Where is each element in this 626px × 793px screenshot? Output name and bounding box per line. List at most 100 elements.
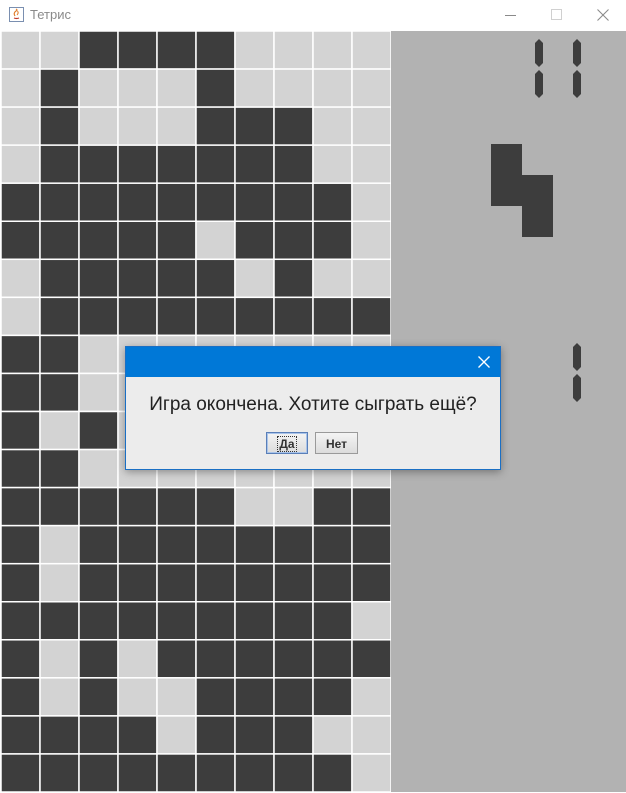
empty-cell <box>117 677 158 717</box>
filled-cell <box>195 486 236 527</box>
filled-cell <box>195 296 236 337</box>
close-window-button[interactable] <box>580 0 626 31</box>
filled-cell <box>39 372 80 413</box>
filled-cell <box>117 258 158 299</box>
filled-cell <box>156 31 197 70</box>
filled-cell <box>351 562 391 603</box>
filled-cell <box>78 639 119 679</box>
filled-cell <box>273 296 314 337</box>
next-piece-cell <box>491 175 522 206</box>
filled-cell <box>78 258 119 299</box>
close-icon <box>478 356 490 368</box>
minimize-button[interactable] <box>488 0 534 31</box>
dialog-message: Игра окончена. Хотите сыграть ещё? <box>149 394 477 415</box>
filled-cell <box>195 639 236 679</box>
score-digit-segment <box>535 70 543 98</box>
empty-cell <box>234 68 275 108</box>
filled-cell <box>117 182 158 222</box>
score-digit-segment <box>573 39 581 67</box>
filled-cell <box>39 106 80 146</box>
filled-cell <box>1 334 41 375</box>
empty-cell <box>351 182 391 222</box>
filled-cell <box>234 715 275 755</box>
empty-cell <box>273 31 314 70</box>
empty-cell <box>351 753 391 792</box>
next-piece-cell <box>522 206 553 237</box>
filled-cell <box>78 144 119 184</box>
filled-cell <box>273 258 314 299</box>
empty-cell <box>351 258 391 299</box>
empty-cell <box>273 486 314 527</box>
filled-cell <box>273 182 314 222</box>
filled-cell <box>78 562 119 603</box>
empty-cell <box>39 639 80 679</box>
filled-cell <box>312 677 353 717</box>
empty-cell <box>351 715 391 755</box>
filled-cell <box>195 144 236 184</box>
filled-cell <box>39 258 80 299</box>
filled-cell <box>1 448 41 489</box>
empty-cell <box>117 68 158 108</box>
filled-cell <box>1 410 41 451</box>
empty-cell <box>351 31 391 70</box>
filled-cell <box>1 639 41 679</box>
filled-cell <box>273 639 314 679</box>
empty-cell <box>351 220 391 261</box>
empty-cell <box>312 258 353 299</box>
empty-cell <box>78 68 119 108</box>
filled-cell <box>195 524 236 565</box>
empty-cell <box>1 296 41 337</box>
empty-cell <box>234 258 275 299</box>
filled-cell <box>195 715 236 755</box>
filled-cell <box>39 486 80 527</box>
filled-cell <box>78 296 119 337</box>
filled-cell <box>1 524 41 565</box>
yes-button-label: Да <box>277 436 297 452</box>
empty-cell <box>312 106 353 146</box>
dialog-titlebar <box>126 347 500 377</box>
empty-cell <box>351 601 391 641</box>
dialog-close-button[interactable] <box>468 347 500 377</box>
filled-cell <box>78 601 119 641</box>
minimize-icon <box>505 15 516 16</box>
filled-cell <box>117 486 158 527</box>
filled-cell <box>195 677 236 717</box>
filled-cell <box>234 144 275 184</box>
empty-cell <box>39 562 80 603</box>
game-over-dialog: Игра окончена. Хотите сыграть ещё? Да Не… <box>125 346 501 470</box>
filled-cell <box>312 220 353 261</box>
filled-cell <box>117 601 158 641</box>
filled-cell <box>117 31 158 70</box>
filled-cell <box>78 31 119 70</box>
filled-cell <box>195 258 236 299</box>
filled-cell <box>312 486 353 527</box>
filled-cell <box>39 715 80 755</box>
filled-cell <box>234 753 275 792</box>
empty-cell <box>156 106 197 146</box>
filled-cell <box>234 677 275 717</box>
filled-cell <box>234 296 275 337</box>
yes-button[interactable]: Да <box>266 432 308 454</box>
maximize-button[interactable] <box>534 0 580 31</box>
empty-cell <box>1 31 41 70</box>
empty-cell <box>234 486 275 527</box>
filled-cell <box>39 296 80 337</box>
no-button[interactable]: Нет <box>315 432 358 454</box>
filled-cell <box>39 601 80 641</box>
filled-cell <box>195 31 236 70</box>
filled-cell <box>195 562 236 603</box>
filled-cell <box>234 106 275 146</box>
filled-cell <box>351 296 391 337</box>
filled-cell <box>273 562 314 603</box>
filled-cell <box>78 524 119 565</box>
filled-cell <box>39 68 80 108</box>
filled-cell <box>117 562 158 603</box>
filled-cell <box>312 753 353 792</box>
filled-cell <box>273 524 314 565</box>
filled-cell <box>39 220 80 261</box>
filled-cell <box>1 182 41 222</box>
filled-cell <box>117 524 158 565</box>
filled-cell <box>156 562 197 603</box>
filled-cell <box>39 144 80 184</box>
filled-cell <box>273 144 314 184</box>
